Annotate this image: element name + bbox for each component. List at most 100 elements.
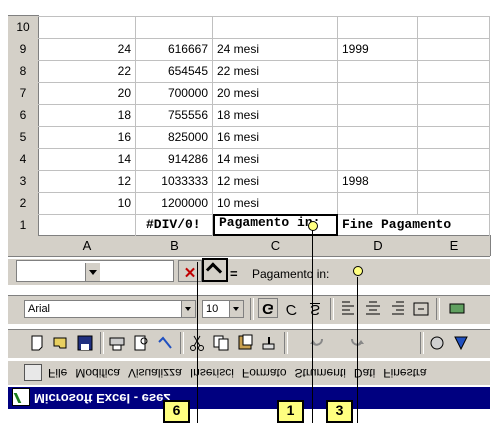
cell-c6[interactable]: 18 mesi	[213, 104, 338, 126]
format-painter-icon[interactable]	[260, 334, 278, 352]
cell-a5[interactable]: 16	[38, 126, 136, 148]
chevron-down-icon[interactable]	[229, 301, 243, 317]
cell-d8[interactable]	[338, 60, 418, 82]
cell-e2[interactable]	[418, 192, 490, 214]
row-header[interactable]: 1	[8, 213, 39, 236]
cell-d10[interactable]	[338, 16, 418, 38]
menu-visualizza[interactable]: Visualizza	[128, 366, 182, 380]
column-header-d[interactable]: D	[338, 235, 419, 256]
cell-b7[interactable]: 700000	[136, 82, 213, 104]
cell-c8[interactable]: 22 mesi	[213, 60, 338, 82]
cell-d2[interactable]	[338, 192, 418, 214]
cell-c10[interactable]	[213, 16, 338, 38]
cell-a1[interactable]	[38, 214, 136, 236]
open-icon[interactable]	[52, 334, 70, 352]
undo-icon[interactable]	[308, 334, 326, 352]
cell-d9[interactable]: 1999	[338, 38, 418, 60]
row-header[interactable]: 3	[8, 169, 39, 192]
cell-c9[interactable]: 24 mesi	[213, 38, 338, 60]
save-icon[interactable]	[76, 334, 94, 352]
cell-c3[interactable]: 12 mesi	[213, 170, 338, 192]
cell-b9[interactable]: 616667	[136, 38, 213, 60]
row-header[interactable]: 10	[8, 15, 39, 38]
cell-c2[interactable]: 10 mesi	[213, 192, 338, 214]
row-header[interactable]: 7	[8, 81, 39, 104]
cell-e4[interactable]	[418, 148, 490, 170]
select-all-corner[interactable]	[8, 235, 39, 256]
confirm-entry-button[interactable]	[202, 258, 228, 282]
workbook-icon[interactable]	[24, 364, 42, 381]
cell-c7[interactable]: 20 mesi	[213, 82, 338, 104]
cell-d1[interactable]: Fine Pagamento	[338, 214, 490, 236]
row-header[interactable]: 9	[8, 37, 39, 60]
cell-a4[interactable]: 14	[38, 148, 136, 170]
cell-e9[interactable]	[418, 38, 490, 60]
merge-center-icon[interactable]	[412, 300, 430, 318]
font-size-combo[interactable]: 10	[202, 300, 244, 318]
cell-b6[interactable]: 755556	[136, 104, 213, 126]
cell-d6[interactable]	[338, 104, 418, 126]
row-header[interactable]: 8	[8, 59, 39, 82]
cell-c4[interactable]: 14 mesi	[213, 148, 338, 170]
cell-e7[interactable]	[418, 82, 490, 104]
paste-icon[interactable]	[236, 334, 254, 352]
row-header[interactable]: 5	[8, 125, 39, 148]
cell-e6[interactable]	[418, 104, 490, 126]
menu-strumenti[interactable]: Strumenti	[295, 366, 346, 380]
cancel-entry-button[interactable]: ✕	[178, 260, 202, 282]
cell-e8[interactable]	[418, 60, 490, 82]
cell-d4[interactable]	[338, 148, 418, 170]
cell-b8[interactable]: 654545	[136, 60, 213, 82]
print-preview-icon[interactable]	[132, 334, 150, 352]
menu-finestra[interactable]: Finestra	[383, 366, 426, 380]
menu-file[interactable]: File	[48, 366, 67, 380]
cell-a2[interactable]: 10	[38, 192, 136, 214]
cell-a10[interactable]	[38, 16, 136, 38]
menu-formato[interactable]: Formato	[242, 366, 287, 380]
currency-icon[interactable]	[448, 300, 466, 318]
italic-button[interactable]: C	[282, 300, 300, 318]
copy-icon[interactable]	[212, 334, 230, 352]
cell-b5[interactable]: 825000	[136, 126, 213, 148]
cell-a8[interactable]: 22	[38, 60, 136, 82]
edit-formula-button[interactable]: =	[230, 266, 238, 281]
cell-a7[interactable]: 20	[38, 82, 136, 104]
font-name-combo[interactable]: Arial	[24, 300, 196, 318]
underline-button[interactable]: S	[306, 300, 324, 318]
cell-e5[interactable]	[418, 126, 490, 148]
cell-b3[interactable]: 1033333	[136, 170, 213, 192]
chevron-down-icon[interactable]	[181, 301, 195, 317]
cell-c5[interactable]: 16 mesi	[213, 126, 338, 148]
row-header[interactable]: 4	[8, 147, 39, 170]
column-header-b[interactable]: B	[136, 235, 214, 256]
cell-e3[interactable]	[418, 170, 490, 192]
cell-b4[interactable]: 914286	[136, 148, 213, 170]
cell-d7[interactable]	[338, 82, 418, 104]
align-right-icon[interactable]	[388, 300, 406, 318]
column-header-c[interactable]: C	[213, 235, 339, 256]
chevron-down-icon[interactable]	[85, 263, 100, 281]
cell-a9[interactable]: 24	[38, 38, 136, 60]
cell-b1[interactable]: #DIV/0!	[136, 214, 213, 236]
spelling-icon[interactable]	[156, 334, 174, 352]
align-left-icon[interactable]	[340, 300, 358, 318]
formula-content[interactable]: Pagamento in:	[252, 267, 329, 281]
row-header[interactable]: 6	[8, 103, 39, 126]
menu-modifica[interactable]: Modifica	[75, 366, 120, 380]
cell-b10[interactable]	[136, 16, 213, 38]
excel-app-icon[interactable]	[12, 388, 30, 406]
cell-a6[interactable]: 18	[38, 104, 136, 126]
cell-c1-active[interactable]: Pagamento in:	[213, 214, 338, 236]
column-header-e[interactable]: E	[418, 235, 491, 256]
row-header[interactable]: 2	[8, 191, 39, 214]
name-box[interactable]: C1	[16, 260, 174, 282]
chart-wizard-icon[interactable]	[452, 334, 470, 352]
align-center-icon[interactable]	[364, 300, 382, 318]
print-icon[interactable]	[108, 334, 126, 352]
cell-e10[interactable]	[418, 16, 490, 38]
cell-a3[interactable]: 12	[38, 170, 136, 192]
bold-button[interactable]: G	[258, 298, 278, 318]
cell-b2[interactable]: 1200000	[136, 192, 213, 214]
cell-d3[interactable]: 1998	[338, 170, 418, 192]
function-wizard-icon[interactable]	[428, 334, 446, 352]
